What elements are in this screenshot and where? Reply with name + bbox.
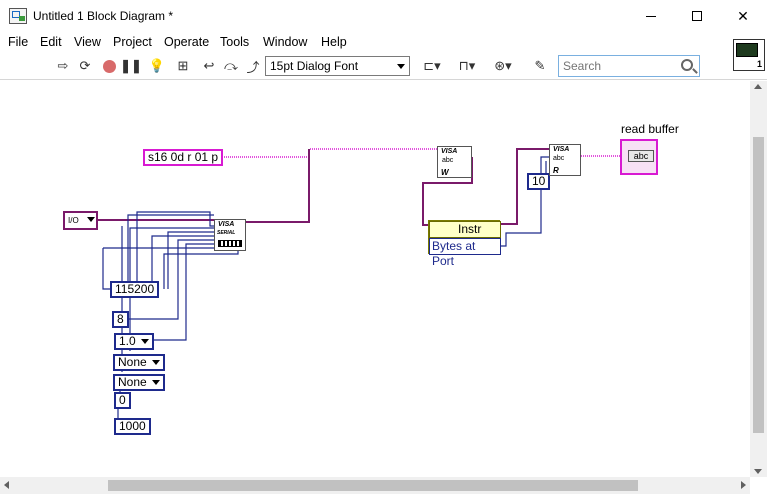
read-node-abc: abc [553,155,565,162]
read-buffer-indicator[interactable]: abc [620,139,658,175]
visa-read-node[interactable]: VISA abc R [549,144,581,176]
bytes-at-port-wire[interactable] [500,156,549,247]
visa-wire-serial-write[interactable] [246,149,310,223]
property-class-label: Instr [458,222,482,236]
visa-resource-constant[interactable]: I/O [63,211,98,230]
serial-node-label: VISA [218,221,235,228]
termination-char-constant[interactable]: 0 [114,392,131,409]
read-node-sublabel: R [553,166,559,175]
serial-connector-icon [218,240,242,247]
write-node-sublabel: W [441,168,449,177]
horizontal-scroll-thumb[interactable] [108,480,638,491]
chevron-down-icon [87,217,96,223]
scroll-left-icon[interactable] [4,481,9,489]
chevron-down-icon [151,360,160,366]
read-node-label: VISA [553,146,570,153]
stop-bits-ring[interactable]: 1.0 [114,333,154,350]
read-count-constant[interactable]: 10 [527,173,551,190]
timeout-constant[interactable]: 1000 [114,418,151,435]
read-buffer-value: abc [628,150,654,162]
data-bits-constant[interactable]: 8 [112,311,129,328]
read-buffer-label: read buffer [621,122,679,136]
baud-rate-constant[interactable]: 115200 [110,281,160,298]
chevron-down-icon [140,339,149,345]
property-class-header[interactable]: Instr [429,221,501,238]
horizontal-scrollbar[interactable] [0,477,750,494]
serial-node-sublabel: SERIAL [217,230,236,236]
string-wire[interactable] [216,148,437,158]
write-string-constant[interactable]: s16 0d r 01 p [143,149,224,166]
chevron-down-icon [151,380,160,386]
visa-write-node[interactable]: VISA abc W [437,146,472,178]
scroll-up-icon[interactable] [754,84,762,89]
visa-resource-value: I/O [68,216,79,225]
write-node-label: VISA [441,148,458,155]
vertical-scroll-thumb[interactable] [753,137,764,433]
flow-control-value: None [118,375,147,389]
stop-bits-value: 1.0 [119,334,136,348]
visa-configure-serial-node[interactable]: VISA SERIAL [214,219,246,251]
scroll-right-icon[interactable] [741,481,746,489]
vertical-scrollbar[interactable] [750,81,767,477]
visa-property-node[interactable]: Instr Bytes at Port [428,220,501,268]
parity-value: None [118,355,147,369]
parity-ring[interactable]: None [113,354,165,371]
scroll-down-icon[interactable] [754,469,762,474]
flow-control-ring[interactable]: None [113,374,165,391]
write-node-abc: abc [442,157,454,164]
property-bytes-at-port[interactable]: Bytes at Port [429,238,501,268]
